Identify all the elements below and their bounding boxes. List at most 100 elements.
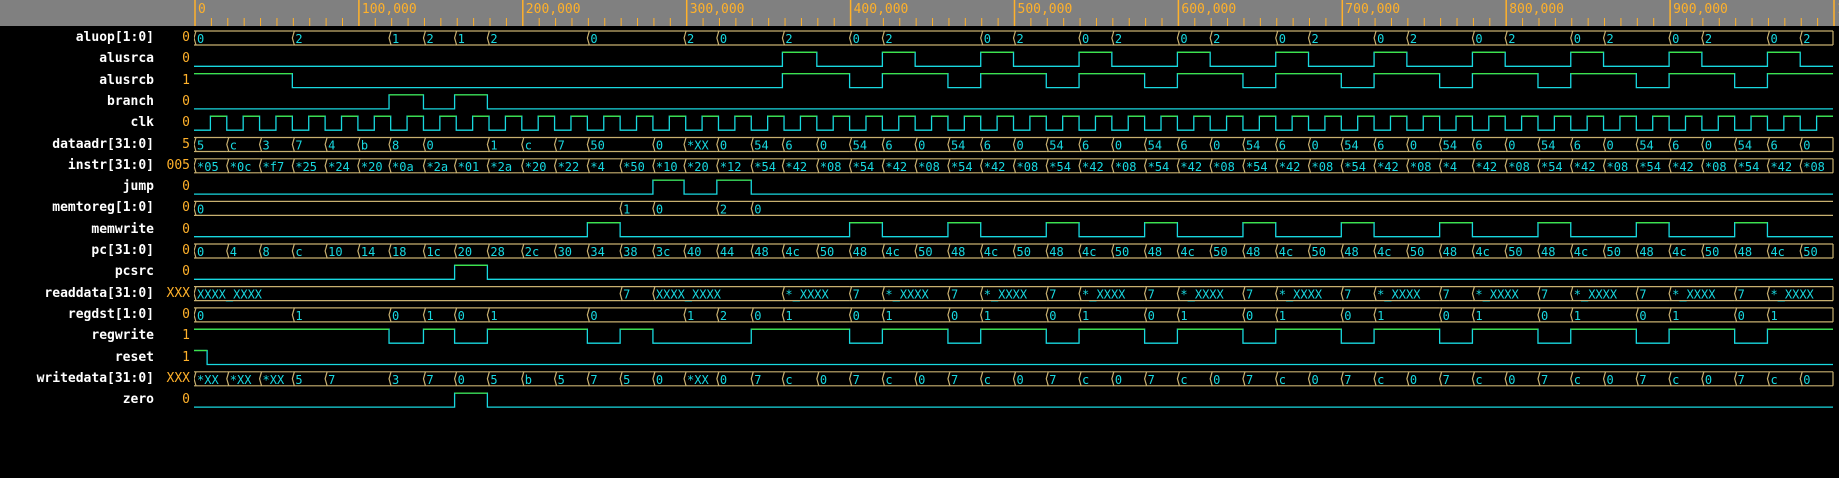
bus-edge	[521, 158, 525, 173]
signal-name[interactable]: memtoreg[1:0]	[52, 198, 154, 218]
bus-value: 4c	[1672, 245, 1686, 259]
bus-value: 50	[1705, 245, 1719, 259]
bus-value: 7	[853, 288, 860, 302]
bus-edge	[226, 137, 230, 152]
signal-value: 1	[182, 328, 190, 344]
time-label: 0	[198, 2, 206, 17]
bus-value: 6	[1377, 139, 1384, 153]
signal-name[interactable]: dataadr[31:0]	[52, 135, 154, 155]
signal-name[interactable]: branch	[107, 92, 154, 112]
bus-value: 1	[984, 309, 991, 323]
bus-edge	[1307, 158, 1312, 173]
bus-edge	[1799, 137, 1803, 152]
bus-edge	[881, 243, 885, 259]
bus-value: 1	[490, 139, 497, 153]
bus-value: *12	[720, 160, 742, 174]
bus-value: 0	[656, 202, 663, 216]
bus-edge	[619, 158, 623, 173]
bus-value: *08	[1115, 160, 1137, 174]
bus-value: 0	[720, 32, 727, 46]
trace-instr: *05 *0c *f7 *25 *24 *20 *0a *2a *01 *2a *20 *22 *4 *5…	[194, 158, 1834, 174]
signal-name[interactable]: aluop[1:0]	[76, 28, 154, 48]
bus-value: 0	[197, 32, 204, 46]
bus-edge	[258, 158, 263, 173]
bus-value: c	[785, 373, 792, 387]
bus-value: c	[1082, 373, 1089, 387]
bit-trace	[194, 328, 1833, 344]
signal-name[interactable]: clk	[131, 113, 154, 133]
signal-names-panel[interactable]: aluop[1:0] alusrca alusrcb branch clk dataadr…	[0, 26, 160, 478]
bus-edge	[1439, 286, 1443, 301]
bus-value: *22	[558, 160, 580, 174]
signal-name[interactable]: pc[31:0]	[91, 241, 154, 261]
bus-value: 1	[392, 32, 399, 46]
bus-value: 50	[1213, 245, 1227, 259]
signal-name[interactable]: regdst[1:0]	[68, 305, 154, 325]
signal-name[interactable]: pcsrc	[115, 262, 154, 282]
signal-name[interactable]: memwrite	[91, 220, 154, 240]
bus-value: *XX	[687, 373, 709, 387]
bus-value: 0	[1443, 309, 1450, 323]
bus-value: 7	[1639, 288, 1646, 302]
bus-edge	[422, 371, 427, 386]
bus-value: 48	[951, 245, 965, 259]
bus-edge	[553, 158, 558, 173]
bus-value: 7	[951, 373, 958, 387]
bus-value: 0	[458, 309, 465, 323]
bus-value: 0	[197, 202, 204, 216]
bus-edge	[1012, 137, 1017, 152]
bus-value: 50	[1017, 245, 1031, 259]
bus-edge	[1176, 243, 1180, 259]
signal-name[interactable]: alusrca	[99, 49, 154, 69]
bus-edge	[553, 137, 558, 152]
signal-name[interactable]: zero	[123, 390, 154, 410]
bus-value: 7	[1246, 373, 1253, 387]
bus-edge	[1766, 286, 1771, 301]
bus-value: 1	[426, 309, 433, 323]
bus-value: XXXX_XXXX	[197, 288, 263, 302]
bus-value: 14	[361, 245, 375, 259]
bus-edge	[1143, 307, 1148, 323]
bus-edge	[816, 371, 820, 386]
bus-edge	[848, 243, 853, 259]
waveform-area[interactable]: 0212120202020202020202020202025c374b801c…	[194, 26, 1839, 478]
bus-edge	[194, 158, 197, 173]
signal-name[interactable]: writedata[31:0]	[37, 369, 154, 389]
bus-edge	[1373, 371, 1377, 386]
bus-value: c	[1279, 373, 1286, 387]
signal-name[interactable]: alusrcb	[99, 71, 154, 91]
time-ruler[interactable]: 0 100,000 200,000 300,000 400,000 500,000 600,…	[194, 0, 1839, 26]
bus-edge	[388, 371, 392, 386]
signal-value: 0	[182, 200, 190, 216]
bus-edge	[716, 201, 720, 216]
bus-edge	[1471, 158, 1475, 173]
signal-name[interactable]: regwrite	[91, 326, 154, 346]
bus-edge	[848, 307, 853, 323]
bus-edge	[291, 158, 295, 173]
bus-edge	[1734, 307, 1738, 323]
bus-value: *XX	[687, 139, 709, 153]
bus-value: 0	[720, 139, 727, 153]
bus-edge	[1537, 286, 1541, 301]
bus-value: 54	[1541, 139, 1555, 153]
bus-edge	[1078, 286, 1082, 301]
bus-edge	[1209, 137, 1213, 152]
bus-value: 50	[1803, 245, 1817, 259]
bus-value: 1	[1574, 309, 1581, 323]
bus-edge	[1504, 158, 1508, 173]
signal-name[interactable]: reset	[115, 348, 154, 368]
signal-name[interactable]: instr[31:0]	[68, 156, 154, 176]
bus-edge	[1242, 307, 1246, 323]
bus-value: 2c	[525, 245, 539, 259]
signal-name[interactable]: readdata[31:0]	[44, 284, 154, 304]
time-label: 400,000	[853, 2, 909, 17]
bus-value: b	[525, 373, 532, 387]
bus-value: 4c	[785, 245, 799, 259]
bus-edge	[1635, 243, 1639, 259]
bus-value: 7	[558, 139, 565, 153]
time-label: 600,000	[1181, 2, 1237, 17]
bus-edge	[1340, 286, 1344, 301]
bus-edge	[1799, 371, 1803, 386]
bus-edge	[1602, 243, 1607, 259]
signal-name[interactable]: jump	[123, 177, 154, 197]
